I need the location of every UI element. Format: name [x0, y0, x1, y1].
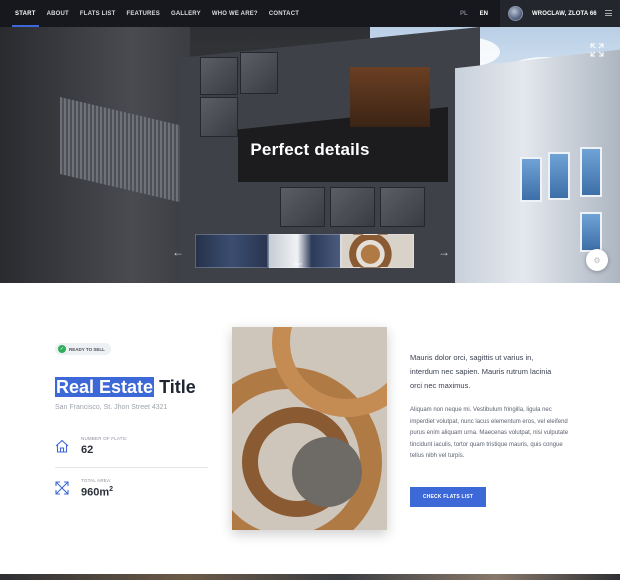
status-badge-label: READY TO SELL: [69, 346, 105, 352]
next-section-strip: [0, 574, 620, 580]
hero-thumbnails: BUILT: [195, 234, 414, 268]
stat-total-area: TOTAL AREA: 960m2: [55, 478, 113, 499]
nav-item-gallery[interactable]: GALLERY: [171, 0, 201, 27]
facade-panel: [380, 187, 425, 227]
nav-item-features[interactable]: FEATURES: [126, 0, 160, 27]
location-box[interactable]: WROCLAW, ZLOTA 66: [500, 0, 620, 27]
property-title-rest: Title: [154, 377, 196, 397]
nav-item-contact[interactable]: CONTACT: [269, 0, 299, 27]
stat-number-of-flats: NUMBER OF FLATS: 62: [55, 436, 127, 456]
status-badge: ✓ READY TO SELL: [55, 343, 111, 355]
property-address: San Francisco, St. Jhon Street 4321: [55, 404, 168, 411]
language-en[interactable]: EN: [480, 11, 488, 17]
description-body: Aliquam non neque mi. Vestibulum fringil…: [410, 407, 569, 460]
hero-thumbnail[interactable]: [341, 234, 414, 268]
main-nav: START ABOUT FLATS LIST FEATURES GALLERY …: [0, 0, 299, 27]
top-navigation-bar: START ABOUT FLATS LIST FEATURES GALLERY …: [0, 0, 620, 27]
language-switcher: PL EN: [460, 0, 488, 27]
nav-item-flats-list[interactable]: FLATS LIST: [80, 0, 116, 27]
home-icon: [55, 439, 69, 453]
nav-item-start[interactable]: START: [12, 0, 39, 27]
area-value-sup: 2: [109, 486, 114, 493]
hero-prev-arrow-icon[interactable]: ←: [172, 245, 184, 259]
hero-slider: Perfect details ← BUILT → ⚙: [0, 27, 620, 283]
staircase-photo: [232, 327, 387, 530]
hamburger-menu-icon[interactable]: [605, 10, 612, 16]
language-pl[interactable]: PL: [460, 11, 468, 17]
check-flats-list-button[interactable]: CHECK FLATS LIST: [410, 487, 486, 507]
description-lead: Mauris dolor orci, sagittis ut varius in…: [410, 353, 552, 390]
facade-panel: [200, 57, 238, 95]
nav-item-who-we-are[interactable]: WHO WE ARE?: [212, 0, 258, 27]
flats-label: NUMBER OF FLATS:: [81, 436, 128, 441]
hero-thumbnail[interactable]: BUILT: [268, 234, 341, 268]
expand-icon[interactable]: [590, 43, 604, 57]
location-avatar: [508, 6, 523, 21]
property-title: Real Estate Title: [55, 377, 196, 398]
facade-panel: [240, 52, 278, 94]
hero-next-arrow-icon[interactable]: →: [438, 245, 450, 259]
thumbnail-caption: BUILT: [294, 262, 303, 266]
expand-arrows-icon: [55, 481, 69, 495]
area-value-number: 960m: [81, 486, 110, 499]
property-title-highlight: Real Estate: [55, 377, 155, 397]
stat-divider: [55, 467, 208, 468]
check-icon: ✓: [58, 345, 66, 353]
building-window: [580, 212, 602, 252]
area-value: 960m2: [81, 486, 113, 499]
stair-floor: [292, 437, 362, 507]
flats-value: 62: [81, 444, 94, 456]
area-label: TOTAL AREA:: [81, 478, 112, 483]
facade-panel: [280, 187, 325, 227]
facade-panel: [330, 187, 375, 227]
building-window: [520, 157, 542, 202]
settings-gear-icon[interactable]: ⚙: [586, 249, 608, 271]
building-wood-ceiling: [350, 67, 430, 127]
hero-thumbnail[interactable]: [195, 234, 268, 268]
facade-panel: [200, 97, 238, 137]
nav-item-about[interactable]: ABOUT: [47, 0, 69, 27]
location-text: WROCLAW, ZLOTA 66: [532, 10, 597, 17]
hero-title: Perfect details: [250, 140, 370, 159]
